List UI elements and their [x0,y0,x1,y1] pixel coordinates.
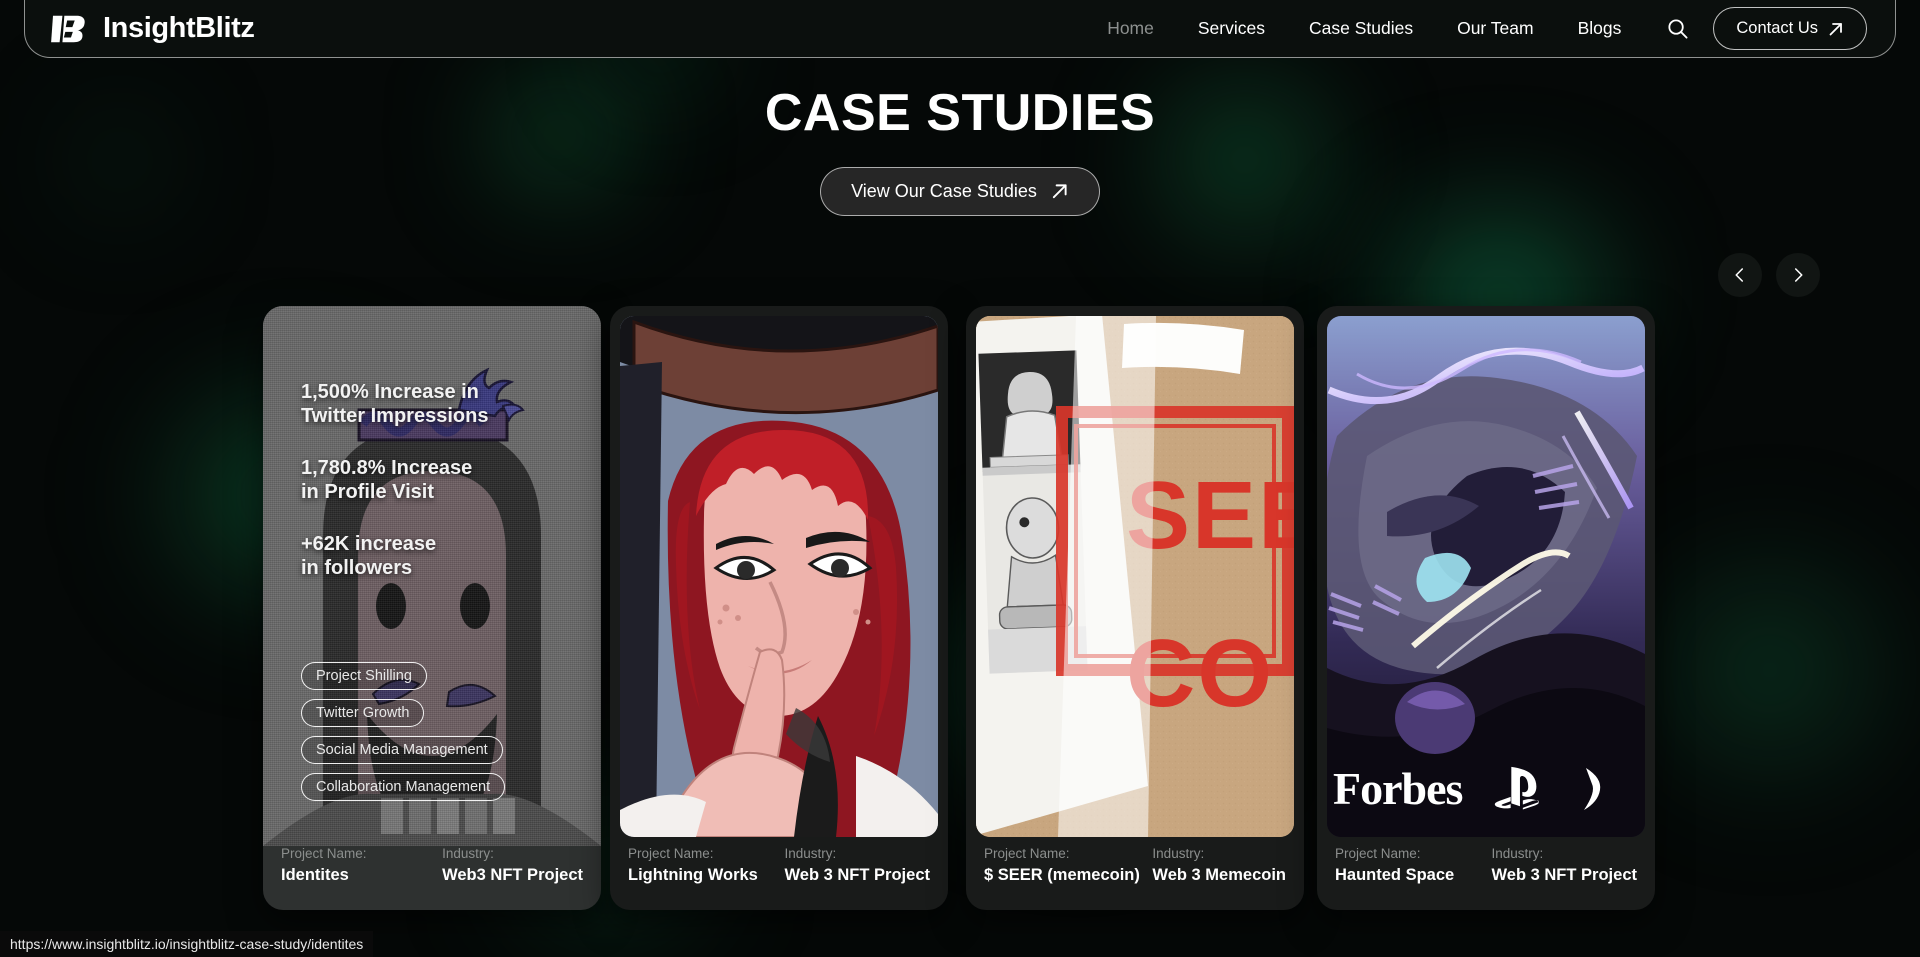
nav-item-our-team[interactable]: Our Team [1435,10,1556,47]
stat-line: 1,780.8% Increase in Profile Visit [301,456,473,504]
third-press-logo-icon [1584,767,1601,810]
identites-stats: 1,500% Increase in Twitter Impressions 1… [301,380,581,607]
tag-chip: Project Shilling [301,662,427,690]
card-artwork: 1,500% Increase in Twitter Impressions 1… [263,306,601,846]
industry-block: Industry: Web 3 NFT Project [785,840,930,885]
stat-line: +62K increase in followers [301,532,437,579]
project-name-value: Identites [281,866,349,884]
browser-status-bar: https://www.insightblitz.io/insightblitz… [0,931,374,957]
card-footer: Project Name: $ SEER (memecoin) Industry… [966,840,1304,910]
industry-value: Web 3 Memecoin [1152,866,1286,884]
project-name-label: Project Name: [1335,846,1421,861]
view-case-studies-label: View Our Case Studies [851,180,1037,201]
stat-line: 1,500% Increase in Twitter Impressions [301,381,489,428]
insightblitz-logo-icon [51,15,85,42]
arrow-up-right-icon [1052,184,1067,199]
page-root: InsightBlitz Home Services Case Studies … [0,0,1920,957]
playstation-logo-icon [1495,766,1540,810]
nav-item-blogs[interactable]: Blogs [1556,10,1644,47]
industry-label: Industry: [1491,846,1544,861]
case-study-card-lightning-works[interactable]: Project Name: Lightning Works Industry: … [610,306,948,910]
brand-logo[interactable]: InsightBlitz [51,12,255,46]
status-url: https://www.insightblitz.io/insightblitz… [10,936,364,952]
project-name-label: Project Name: [628,846,714,861]
industry-label: Industry: [442,846,494,861]
project-name-block: Project Name: Identites [281,840,442,885]
brand-name: InsightBlitz [103,12,255,44]
industry-block: Industry: Web3 NFT Project [442,840,583,885]
case-study-carousel: 1,500% Increase in Twitter Impressions 1… [0,306,1920,916]
project-name-value: $ SEER (memecoin) [984,866,1140,884]
haunted-space-artwork: Forbes [1327,316,1645,837]
card-artwork: SEE CO [976,316,1294,837]
project-name-label: Project Name: [984,846,1070,861]
nav-item-services[interactable]: Services [1176,10,1287,47]
search-icon [1668,19,1688,39]
carousel-controls [1718,253,1820,297]
project-name-label: Project Name: [281,846,367,861]
tag-chip: Social Media Management [301,736,503,764]
site-header: InsightBlitz Home Services Case Studies … [24,0,1896,58]
project-name-block: Project Name: Haunted Space [1335,840,1492,885]
sci-fi-mech-illustration [1327,316,1645,837]
hero-section: CASE STUDIES View Our Case Studies [0,86,1920,216]
view-case-studies-button[interactable]: View Our Case Studies [820,166,1100,216]
project-name-block: Project Name: $ SEER (memecoin) [984,840,1152,885]
arrow-up-right-icon [1829,22,1842,35]
industry-label: Industry: [1152,846,1205,861]
comic-portrait-illustration [620,316,938,837]
carousel-prev-button[interactable] [1718,253,1762,297]
chevron-right-icon [1794,268,1803,282]
card-footer: Project Name: Haunted Space Industry: We… [1317,840,1655,910]
main-nav: Home Services Case Studies Our Team Blog… [1085,7,1867,50]
contact-us-button[interactable]: Contact Us [1713,7,1867,50]
industry-block: Industry: Web 3 Memecoin [1152,840,1286,885]
case-study-card-seer-memecoin[interactable]: SEE CO Project Name: $ SEER (memecoin) I… [966,306,1304,910]
card-artwork [620,316,938,837]
lightning-works-artwork [620,316,938,837]
forbes-logo: Forbes [1333,763,1463,814]
cardboard-stamp-illustration: SEE CO [976,316,1294,837]
tag-chip: Collaboration Management [301,773,506,801]
contact-us-label: Contact Us [1736,19,1818,37]
press-logos: Forbes [1327,762,1645,815]
industry-value: Web3 NFT Project [442,866,583,884]
identites-tags: Project Shilling Twitter Growth Social M… [301,662,506,810]
card-artwork: Forbes [1327,316,1645,837]
project-name-value: Lightning Works [628,866,758,884]
page-title: CASE STUDIES [764,84,1156,142]
card-footer: Project Name: Identites Industry: Web3 N… [263,840,601,910]
project-name-block: Project Name: Lightning Works [628,840,785,885]
carousel-next-button[interactable] [1776,253,1820,297]
project-name-value: Haunted Space [1335,866,1455,884]
seer-memecoin-artwork: SEE CO [976,316,1294,837]
industry-value: Web 3 NFT Project [1491,866,1637,884]
card-footer: Project Name: Lightning Works Industry: … [610,840,948,910]
industry-value: Web 3 NFT Project [784,866,930,884]
search-button[interactable] [1657,9,1697,49]
case-study-card-haunted-space[interactable]: Forbes Project Name: Haunted Space Indus… [1317,306,1655,910]
nav-item-home[interactable]: Home [1085,10,1176,47]
nav-item-case-studies[interactable]: Case Studies [1287,10,1435,47]
case-study-card-identites[interactable]: 1,500% Increase in Twitter Impressions 1… [263,306,601,910]
tag-chip: Twitter Growth [301,699,425,727]
industry-label: Industry: [784,846,837,861]
chevron-left-icon [1735,268,1744,282]
industry-block: Industry: Web 3 NFT Project [1492,840,1637,885]
